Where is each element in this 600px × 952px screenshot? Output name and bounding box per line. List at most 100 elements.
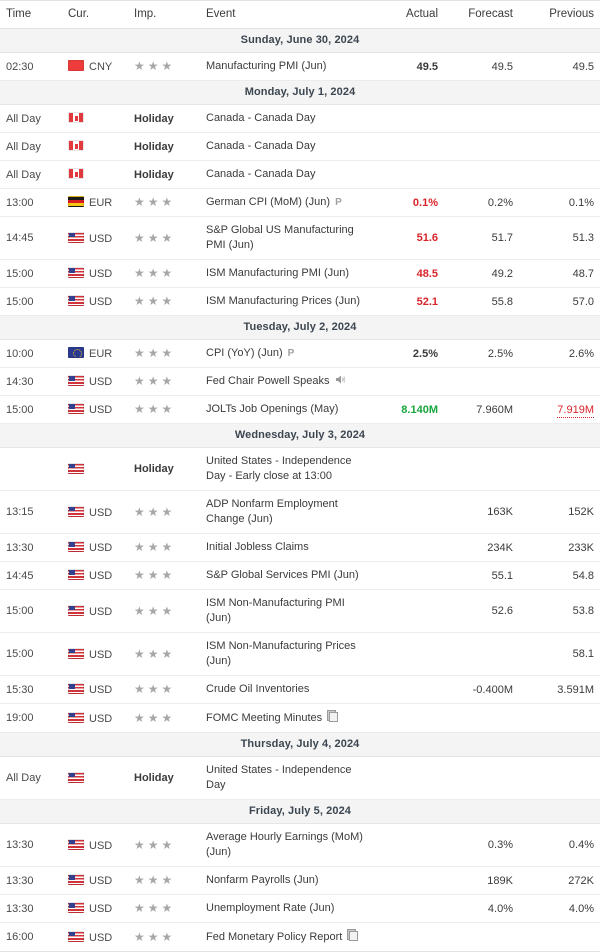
currency-code: USD bbox=[89, 404, 113, 416]
importance-stars[interactable]: ★ ★ ★ bbox=[134, 267, 175, 280]
event-importance: ★ ★ ★ bbox=[128, 287, 200, 316]
calendar-event-row[interactable]: Holiday United States - Independence Day … bbox=[0, 447, 600, 491]
star-icon: ★ bbox=[134, 710, 145, 725]
importance-stars[interactable]: ★ ★ ★ bbox=[134, 541, 175, 554]
importance-stars[interactable]: ★ ★ ★ bbox=[134, 874, 175, 887]
event-name[interactable]: Nonfarm Payrolls (Jun) bbox=[200, 866, 372, 895]
importance-stars[interactable]: ★ ★ ★ bbox=[134, 902, 175, 915]
calendar-event-row[interactable]: 14:45 USD ★ ★ ★ S&P Global US Manufacturing P… bbox=[0, 216, 600, 260]
importance-stars[interactable]: ★ ★ ★ bbox=[134, 648, 175, 661]
event-name[interactable]: Average Hourly Earnings (MoM) (Jun) bbox=[200, 823, 372, 867]
event-forecast: 4.0% bbox=[444, 894, 519, 923]
column-header-actual[interactable]: Actual bbox=[372, 0, 444, 29]
importance-stars[interactable]: ★ ★ ★ bbox=[134, 347, 175, 360]
event-name[interactable]: CPI (YoY) (Jun) P bbox=[200, 339, 372, 368]
importance-stars[interactable]: ★ ★ ★ bbox=[134, 232, 175, 245]
column-header-event[interactable]: Event bbox=[200, 0, 372, 29]
column-header-importance[interactable]: Imp. bbox=[128, 0, 200, 29]
event-previous-value: 0.1% bbox=[568, 196, 594, 209]
event-actual: 51.6 bbox=[372, 216, 444, 260]
event-name[interactable]: Canada - Canada Day bbox=[200, 132, 372, 161]
event-name[interactable]: Fed Monetary Policy Report bbox=[200, 922, 372, 952]
importance-stars[interactable]: ★ ★ ★ bbox=[134, 712, 175, 725]
event-currency bbox=[62, 104, 128, 133]
event-name[interactable]: German CPI (MoM) (Jun) P bbox=[200, 188, 372, 217]
importance-stars[interactable]: ★ ★ ★ bbox=[134, 605, 175, 618]
calendar-event-row[interactable]: 15:00 USD ★ ★ ★ ISM Non-Manufacturing Prices … bbox=[0, 632, 600, 676]
calendar-event-row[interactable]: 15:00 USD ★ ★ ★ ISM Manufacturing Prices (Jun… bbox=[0, 287, 600, 316]
calendar-event-row[interactable]: 19:00 USD ★ ★ ★ FOMC Meeting Minutes bbox=[0, 703, 600, 733]
importance-stars[interactable]: ★ ★ ★ bbox=[134, 506, 175, 519]
event-name[interactable]: Fed Chair Powell Speaks bbox=[200, 367, 372, 396]
importance-stars[interactable]: ★ ★ ★ bbox=[134, 683, 175, 696]
calendar-event-row[interactable]: 13:30 USD ★ ★ ★ Nonfarm Payrolls (Jun) 189K 272… bbox=[0, 866, 600, 895]
event-name[interactable]: United States - Independence Day - Early… bbox=[200, 447, 372, 491]
importance-stars[interactable]: ★ ★ ★ bbox=[134, 569, 175, 582]
calendar-event-row[interactable]: 13:00 EUR ★ ★ ★ German CPI (MoM) (Jun) P 0.1% 0.… bbox=[0, 188, 600, 217]
event-name[interactable]: ISM Non-Manufacturing PMI (Jun) bbox=[200, 589, 372, 633]
column-header-previous[interactable]: Previous bbox=[519, 0, 600, 29]
event-currency: USD bbox=[62, 259, 128, 288]
calendar-event-row[interactable]: 15:00 USD ★ ★ ★ ISM Non-Manufacturing PMI (Ju… bbox=[0, 589, 600, 633]
importance-stars[interactable]: ★ ★ ★ bbox=[134, 839, 175, 852]
event-previous bbox=[519, 756, 600, 800]
event-name[interactable]: United States - Independence Day bbox=[200, 756, 372, 800]
calendar-event-row[interactable]: 13:15 USD ★ ★ ★ ADP Nonfarm Employment Change… bbox=[0, 490, 600, 534]
event-name[interactable]: S&P Global US Manufacturing PMI (Jun) bbox=[200, 216, 372, 260]
event-previous bbox=[519, 367, 600, 396]
event-name[interactable]: ISM Manufacturing PMI (Jun) bbox=[200, 259, 372, 288]
event-currency: USD bbox=[62, 866, 128, 895]
document-icon[interactable] bbox=[347, 929, 359, 941]
importance-stars[interactable]: ★ ★ ★ bbox=[134, 196, 175, 209]
calendar-event-row[interactable]: 14:45 USD ★ ★ ★ S&P Global Services PMI (Jun)… bbox=[0, 561, 600, 590]
event-name[interactable]: ISM Manufacturing Prices (Jun) bbox=[200, 287, 372, 316]
event-forecast: 0.2% bbox=[444, 188, 519, 217]
event-name[interactable]: ISM Non-Manufacturing Prices (Jun) bbox=[200, 632, 372, 676]
event-name[interactable]: Canada - Canada Day bbox=[200, 160, 372, 189]
calendar-event-row[interactable]: 02:30 CNY ★ ★ ★ Manufacturing PMI (Jun) 49.5 49… bbox=[0, 52, 600, 81]
calendar-event-row[interactable]: 14:30 USD ★ ★ ★ Fed Chair Powell Speaks bbox=[0, 367, 600, 396]
importance-stars[interactable]: ★ ★ ★ bbox=[134, 403, 175, 416]
importance-stars[interactable]: ★ ★ ★ bbox=[134, 375, 175, 388]
star-icon: ★ bbox=[134, 646, 145, 661]
calendar-event-row[interactable]: All Day Holiday United States - Independen… bbox=[0, 756, 600, 800]
calendar-event-row[interactable]: 13:30 USD ★ ★ ★ Average Hourly Earnings (MoM)… bbox=[0, 823, 600, 867]
calendar-event-row[interactable]: 13:30 USD ★ ★ ★ Unemployment Rate (Jun) 4.0% 4.… bbox=[0, 894, 600, 923]
calendar-event-row[interactable]: 10:00 EUR ★ ★ ★ CPI (YoY) (Jun) P 2.5% 2.5% 2.6% bbox=[0, 339, 600, 368]
event-name[interactable]: S&P Global Services PMI (Jun) bbox=[200, 561, 372, 590]
document-icon[interactable] bbox=[327, 710, 339, 722]
event-forecast-value: -0.400M bbox=[472, 683, 513, 696]
event-time: 19:00 bbox=[0, 703, 62, 733]
event-name[interactable]: FOMC Meeting Minutes bbox=[200, 703, 372, 733]
importance-stars[interactable]: ★ ★ ★ bbox=[134, 931, 175, 944]
event-importance: Holiday bbox=[128, 104, 200, 133]
event-currency: USD bbox=[62, 561, 128, 590]
column-header-currency[interactable]: Cur. bbox=[62, 0, 128, 29]
calendar-event-row[interactable]: 16:00 USD ★ ★ ★ Fed Monetary Policy Report bbox=[0, 922, 600, 952]
calendar-event-row[interactable]: All Day Holiday Canada - Canada Day bbox=[0, 104, 600, 133]
calendar-event-row[interactable]: 15:00 USD ★ ★ ★ ISM Manufacturing PMI (Jun) 48… bbox=[0, 259, 600, 288]
day-date-label: Wednesday, July 3, 2024 bbox=[0, 423, 600, 448]
importance-stars[interactable]: ★ ★ ★ bbox=[134, 60, 175, 73]
event-name[interactable]: Initial Jobless Claims bbox=[200, 533, 372, 562]
event-actual: 8.140M bbox=[372, 395, 444, 424]
calendar-event-row[interactable]: 15:00 USD ★ ★ ★ JOLTs Job Openings (May) 8.140… bbox=[0, 395, 600, 424]
calendar-event-row[interactable]: All Day Holiday Canada - Canada Day bbox=[0, 160, 600, 189]
usa-flag bbox=[68, 647, 84, 659]
event-name[interactable]: Crude Oil Inventories bbox=[200, 675, 372, 704]
event-name[interactable]: Manufacturing PMI (Jun) bbox=[200, 52, 372, 81]
event-name[interactable]: Canada - Canada Day bbox=[200, 104, 372, 133]
calendar-event-row[interactable]: 13:30 USD ★ ★ ★ Initial Jobless Claims 234K 233… bbox=[0, 533, 600, 562]
speaker-icon[interactable] bbox=[335, 374, 346, 385]
usa-flag bbox=[68, 505, 84, 517]
column-header-forecast[interactable]: Forecast bbox=[444, 0, 519, 29]
calendar-event-row[interactable]: All Day Holiday Canada - Canada Day bbox=[0, 132, 600, 161]
event-name[interactable]: Unemployment Rate (Jun) bbox=[200, 894, 372, 923]
event-name[interactable]: ADP Nonfarm Employment Change (Jun) bbox=[200, 490, 372, 534]
importance-stars[interactable]: ★ ★ ★ bbox=[134, 295, 175, 308]
event-title: United States - Independence Day - Early… bbox=[206, 455, 352, 482]
star-icon: ★ bbox=[134, 294, 145, 308]
column-header-time[interactable]: Time bbox=[0, 0, 62, 29]
event-name[interactable]: JOLTs Job Openings (May) bbox=[200, 395, 372, 424]
calendar-event-row[interactable]: 15:30 USD ★ ★ ★ Crude Oil Inventories -0.400M 3… bbox=[0, 675, 600, 704]
